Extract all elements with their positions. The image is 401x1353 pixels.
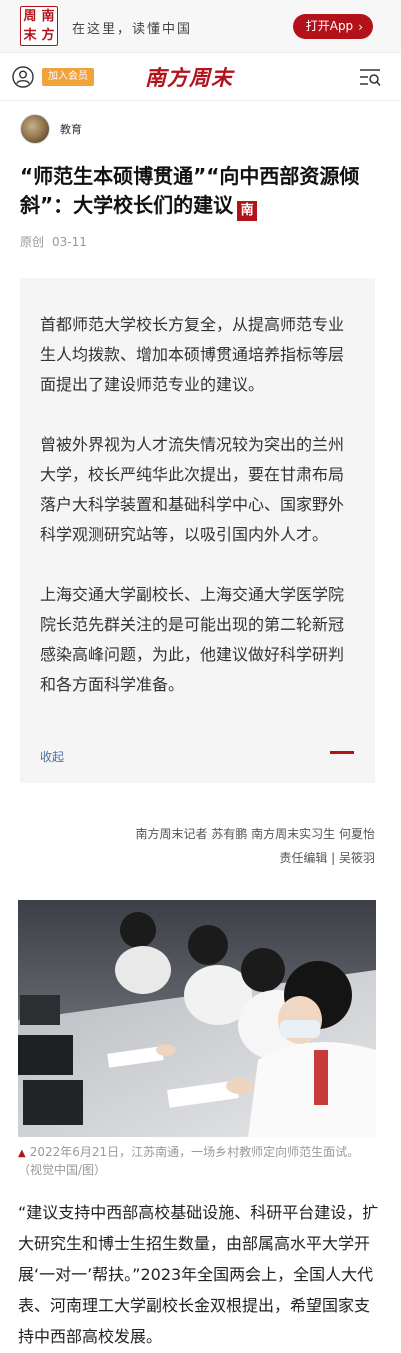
join-member-button[interactable]: 加入会员 — [42, 68, 94, 86]
exam-room-photo — [18, 900, 376, 1137]
photo-caption-text: 2022年6月21日，江苏南通，一场乡村教师定向师范生面试。（视觉中国/图） — [18, 1145, 360, 1177]
caret-up-icon: ▲ — [18, 1148, 26, 1159]
article-credits: 南方周末记者 苏有鹏 南方周末实习生 何夏怡 责任编辑 | 吴筱羽 — [136, 822, 375, 870]
article-summary: 首都师范大学校长方复全，从提高师范专业生人均拨款、增加本硕博贯通培养指标等层面提… — [20, 278, 375, 783]
site-header: 加入会员 南方周末 — [0, 53, 401, 101]
reporter-credit: 南方周末记者 苏有鹏 南方周末实习生 何夏怡 — [135, 827, 375, 841]
photo-caption: ▲ 2022年6月21日，江苏南通，一场乡村教师定向师范生面试。（视觉中国/图） — [18, 1144, 376, 1179]
article-title-text: “师范生本硕博贯通”“向中西部资源倾斜”：大学校长们的建议 — [20, 164, 360, 217]
channel-avatar[interactable] — [20, 114, 50, 144]
editor-credit: 责任编辑 | 吴筱羽 — [279, 851, 375, 865]
southern-weekly-seal-icon: 南 — [237, 201, 258, 221]
summary-paragraph: 首都师范大学校长方复全，从提高师范专业生人均拨款、增加本硕博贯通培养指标等层面提… — [40, 315, 345, 394]
logo-char: 南 — [41, 9, 55, 24]
accent-bar — [330, 751, 354, 754]
original-label: 原创 — [20, 235, 45, 249]
app-promo-bar: 周 南 末 方 在这里，读懂中国 打开App › — [0, 0, 401, 53]
summary-paragraph: 上海交通大学副校长、上海交通大学医学院院长范先群关注的是可能出现的第二轮新冠感染… — [40, 585, 345, 694]
open-app-label: 打开App — [305, 19, 354, 33]
logo-char: 周 — [23, 9, 37, 24]
promo-slogan: 在这里，读懂中国 — [72, 22, 193, 37]
channel-info[interactable]: 教育 — [20, 114, 82, 144]
publish-date: 03-11 — [52, 235, 87, 249]
article-title: “师范生本硕博贯通”“向中西部资源倾斜”：大学校长们的建议南 — [20, 162, 382, 221]
brand-logo[interactable]: 南方周末 — [145, 62, 233, 92]
user-icon[interactable] — [12, 66, 34, 88]
article-photo[interactable] — [18, 900, 376, 1137]
article-body-paragraph: “建议支持中西部高校基础设施、科研平台建设，扩大研究生和博士生招生数量，由部属高… — [18, 1203, 379, 1346]
channel-name[interactable]: 教育 — [60, 121, 82, 137]
open-app-button[interactable]: 打开App › — [292, 14, 373, 39]
menu-search-icon[interactable] — [359, 67, 381, 87]
logo-char: 方 — [41, 28, 55, 43]
article-meta: 原创 03-11 — [20, 233, 87, 250]
collapse-button[interactable]: 收起 — [40, 748, 64, 765]
newspaper-logo[interactable]: 周 南 末 方 — [20, 6, 58, 46]
summary-paragraph: 曾被外界视为人才流失情况较为突出的兰州大学，校长严纯华此次提出，要在甘肃布局落户… — [40, 435, 345, 544]
chevron-right-icon: › — [358, 19, 363, 34]
logo-char: 末 — [23, 28, 37, 43]
